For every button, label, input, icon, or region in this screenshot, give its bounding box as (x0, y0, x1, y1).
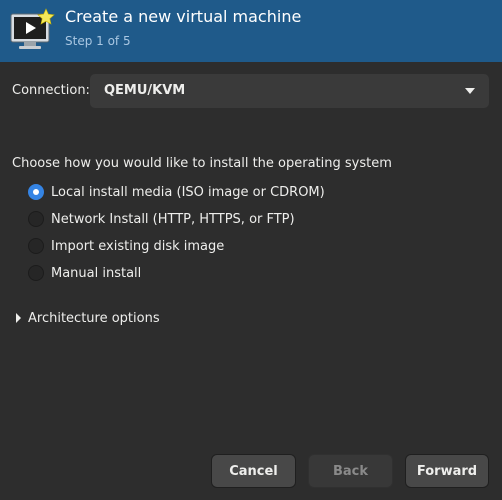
radio-button[interactable] (28, 265, 44, 281)
radio-label: Network Install (HTTP, HTTPS, or FTP) (51, 211, 295, 227)
vm-monitor-star-icon (10, 8, 55, 49)
connection-label: Connection: (12, 83, 90, 98)
wizard-step-indicator: Step 1 of 5 (65, 34, 131, 48)
radio-network-install[interactable]: Network Install (HTTP, HTTPS, or FTP) (28, 209, 295, 229)
radio-import-disk-image[interactable]: Import existing disk image (28, 236, 224, 256)
wizard-header: Create a new virtual machine Step 1 of 5 (0, 0, 502, 62)
radio-manual-install[interactable]: Manual install (28, 263, 141, 283)
radio-button[interactable] (28, 211, 44, 227)
connection-dropdown[interactable]: QEMU/KVM (90, 74, 489, 108)
radio-label: Local install media (ISO image or CDROM) (51, 184, 325, 200)
new-vm-wizard-window: Create a new virtual machine Step 1 of 5… (0, 0, 502, 500)
chevron-right-icon (16, 313, 21, 323)
back-button[interactable]: Back (308, 454, 393, 488)
radio-button[interactable] (28, 238, 44, 254)
radio-button-checked[interactable] (28, 184, 44, 200)
forward-button[interactable]: Forward (405, 454, 489, 488)
install-method-heading: Choose how you would like to install the… (12, 156, 392, 171)
radio-local-install-media[interactable]: Local install media (ISO image or CDROM) (28, 182, 325, 202)
architecture-options-label: Architecture options (28, 310, 160, 326)
wizard-title: Create a new virtual machine (65, 7, 302, 26)
radio-label: Manual install (51, 265, 142, 281)
architecture-options-expander[interactable]: Architecture options (16, 308, 160, 328)
cancel-button[interactable]: Cancel (211, 454, 296, 488)
chevron-down-icon (465, 88, 475, 94)
radio-label: Import existing disk image (51, 238, 225, 254)
connection-selected-value: QEMU/KVM (104, 83, 186, 98)
